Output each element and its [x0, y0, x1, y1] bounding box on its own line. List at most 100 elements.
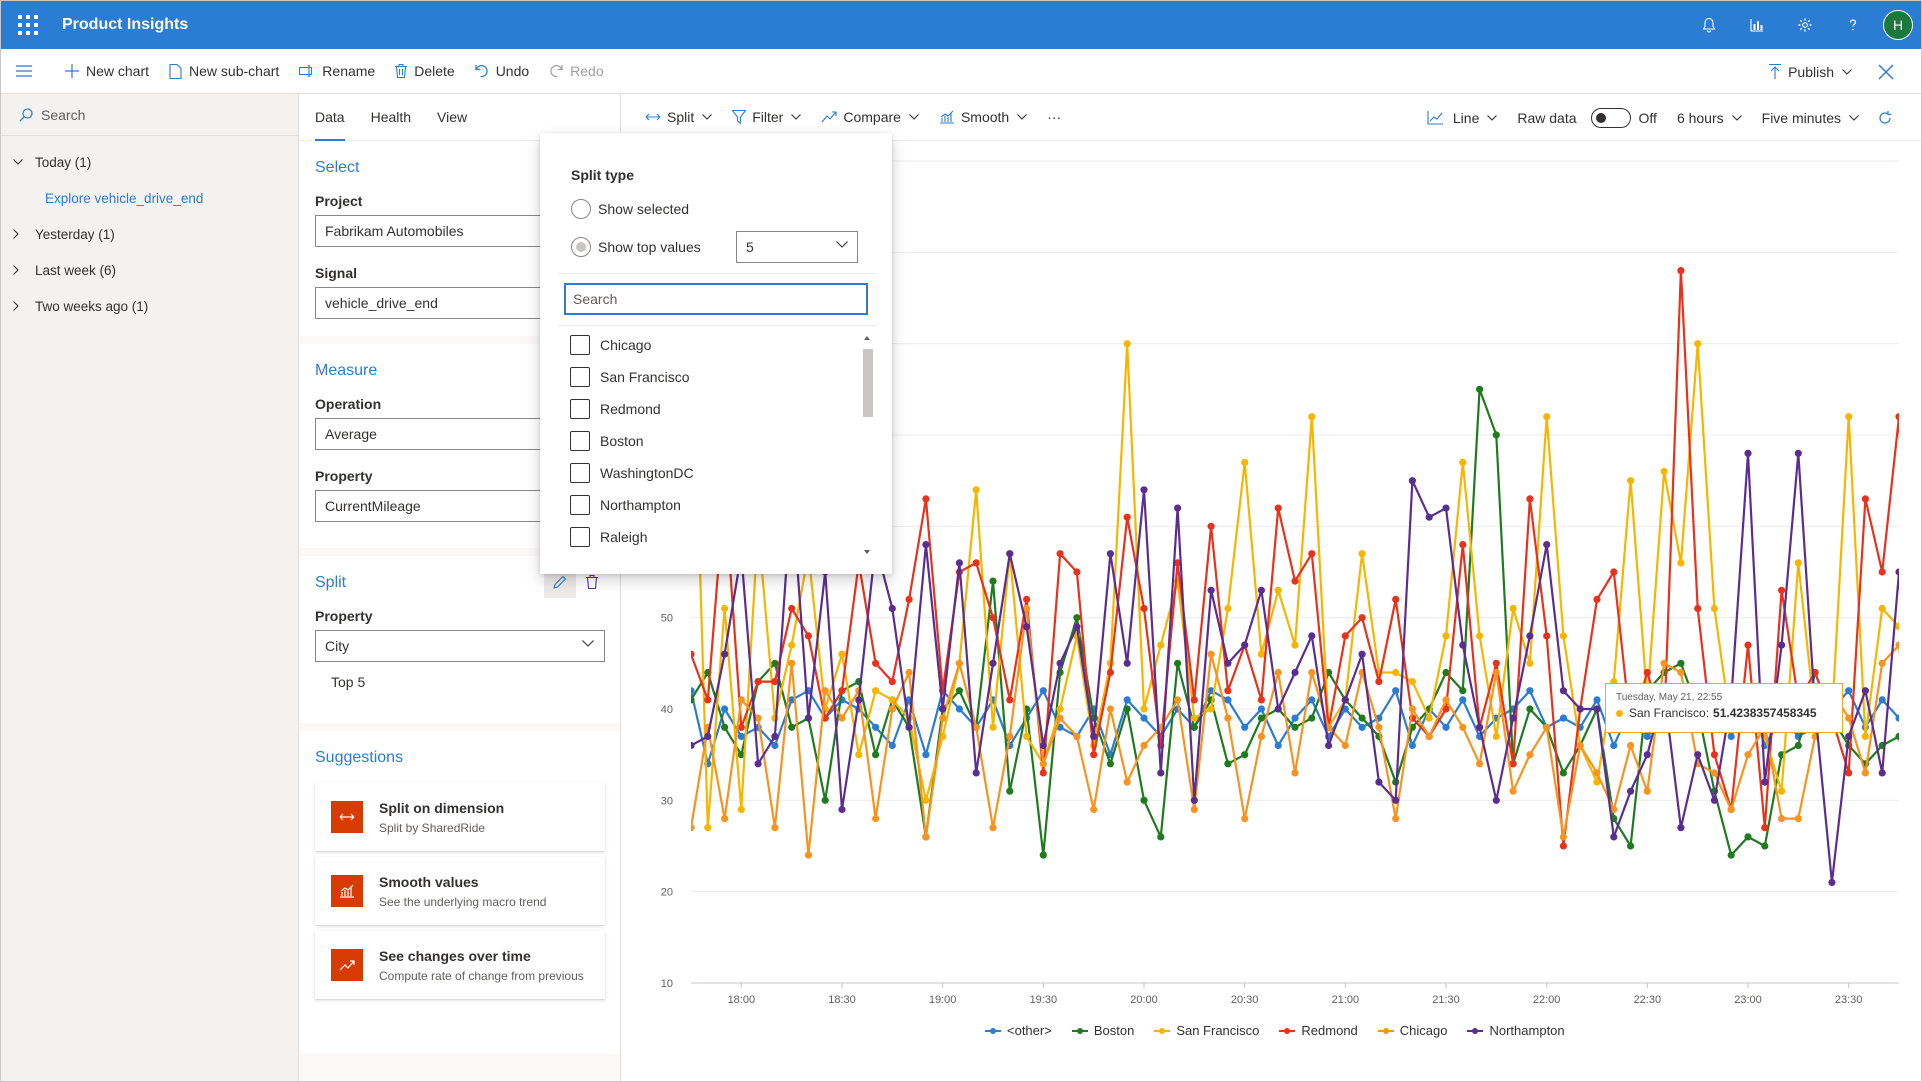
- legend-item[interactable]: Boston: [1071, 1023, 1135, 1038]
- bell-icon[interactable]: [1685, 1, 1733, 49]
- interval-dropdown[interactable]: Five minutes: [1752, 94, 1869, 141]
- legend-item[interactable]: San Francisco: [1154, 1023, 1259, 1038]
- data-point: [691, 650, 695, 658]
- city-search-input[interactable]: Search: [564, 283, 868, 315]
- checkbox[interactable]: [570, 495, 590, 515]
- tab-data[interactable]: Data: [315, 94, 345, 141]
- suggestion-desc: See the underlying macro trend: [379, 894, 547, 909]
- data-point: [1526, 687, 1534, 695]
- data-point: [1341, 696, 1349, 704]
- legend-item[interactable]: Redmond: [1279, 1023, 1358, 1038]
- city-list-scrollbar[interactable]: [860, 331, 874, 559]
- rename-button[interactable]: Rename: [289, 49, 385, 94]
- data-point: [1358, 714, 1366, 722]
- gear-icon[interactable]: [1781, 1, 1829, 49]
- data-point: [1090, 751, 1098, 759]
- city-option[interactable]: Redmond: [570, 393, 860, 425]
- data-point: [1593, 705, 1601, 713]
- city-option[interactable]: Boston: [570, 425, 860, 457]
- hamburger-menu-icon[interactable]: [1, 49, 55, 94]
- nav-group-two-weeks-ago[interactable]: Two weeks ago (1): [1, 288, 298, 324]
- suggestion-split[interactable]: Split on dimension Split by SharedRide: [315, 783, 605, 851]
- tab-health[interactable]: Health: [371, 94, 411, 141]
- data-point: [1006, 787, 1014, 795]
- data-point: [1761, 842, 1769, 850]
- checkbox[interactable]: [570, 527, 590, 547]
- undo-button[interactable]: Undo: [465, 49, 539, 94]
- publish-button[interactable]: Publish: [1759, 49, 1862, 94]
- x-tick-label: 21:00: [1332, 994, 1360, 1006]
- data-point: [1543, 413, 1551, 421]
- checkbox[interactable]: [570, 463, 590, 483]
- smooth-button[interactable]: Smooth: [929, 94, 1037, 141]
- chevron-down-icon: [791, 114, 802, 120]
- data-point: [1492, 796, 1500, 804]
- app-launcher-icon[interactable]: [16, 13, 40, 37]
- city-option[interactable]: Raleigh: [570, 521, 860, 553]
- city-option[interactable]: Chicago: [570, 329, 860, 361]
- legend-item[interactable]: Chicago: [1377, 1023, 1447, 1038]
- top-n-dropdown[interactable]: 5: [736, 231, 858, 263]
- chart-type-dropdown[interactable]: Line: [1417, 94, 1507, 141]
- nav-item-explore[interactable]: Explore vehicle_drive_end: [1, 180, 298, 216]
- city-option[interactable]: WashingtonDC: [570, 457, 860, 489]
- data-point: [1459, 696, 1467, 704]
- data-point: [955, 687, 963, 695]
- city-option[interactable]: Northampton: [570, 489, 860, 521]
- help-icon[interactable]: [1829, 1, 1877, 49]
- data-point: [788, 641, 796, 649]
- nav-group-last-week[interactable]: Last week (6): [1, 252, 298, 288]
- nav-search-input[interactable]: Search: [1, 94, 298, 136]
- checkbox[interactable]: [570, 367, 590, 387]
- radio-show-top-values[interactable]: Show top values: [571, 237, 701, 257]
- data-point: [1190, 696, 1198, 704]
- chart-icon[interactable]: [1733, 1, 1781, 49]
- legend-swatch: [1279, 1027, 1296, 1034]
- compare-label: Compare: [843, 109, 901, 125]
- new-chart-button[interactable]: New chart: [55, 49, 159, 94]
- data-point: [838, 687, 846, 695]
- data-point: [955, 659, 963, 667]
- data-point: [1023, 595, 1031, 603]
- more-button[interactable]: ···: [1037, 94, 1071, 141]
- data-point: [1442, 696, 1450, 704]
- legend-label: Boston: [1093, 1023, 1135, 1038]
- raw-data-toggle[interactable]: [1590, 107, 1631, 128]
- refresh-icon[interactable]: [1869, 94, 1921, 141]
- suggestion-changes[interactable]: See changes over time Compute rate of cha…: [315, 931, 605, 999]
- plus-icon: [65, 64, 79, 78]
- city-option[interactable]: San Francisco: [570, 361, 860, 393]
- tab-view[interactable]: View: [437, 94, 467, 141]
- data-point: [704, 824, 712, 832]
- suggestion-smooth[interactable]: Smooth values See the underlying macro tr…: [315, 857, 605, 925]
- nav-group-today[interactable]: Today (1): [1, 144, 298, 180]
- data-point: [955, 559, 963, 567]
- chevron-down-icon: [1017, 114, 1028, 120]
- data-point: [922, 495, 930, 503]
- close-icon[interactable]: [1862, 49, 1921, 94]
- data-point: [1308, 714, 1316, 722]
- data-point: [1039, 760, 1047, 768]
- data-point: [1174, 504, 1182, 512]
- new-subchart-button[interactable]: New sub-chart: [159, 49, 289, 94]
- legend-item[interactable]: Northampton: [1467, 1023, 1565, 1038]
- redo-button[interactable]: Redo: [539, 49, 613, 94]
- data-point: [804, 851, 812, 859]
- nav-group-yesterday[interactable]: Yesterday (1): [1, 216, 298, 252]
- split-property-dropdown[interactable]: City: [315, 630, 605, 662]
- split-arrows-icon: [645, 113, 661, 121]
- data-point: [1106, 550, 1114, 558]
- filter-icon: [732, 110, 747, 124]
- scroll-thumb[interactable]: [863, 349, 873, 417]
- data-point: [1257, 714, 1265, 722]
- delete-button[interactable]: Delete: [385, 49, 464, 94]
- checkbox[interactable]: [570, 431, 590, 451]
- data-point: [704, 696, 712, 704]
- time-range-dropdown[interactable]: 6 hours: [1667, 94, 1752, 141]
- data-point: [1174, 696, 1182, 704]
- checkbox[interactable]: [570, 399, 590, 419]
- checkbox[interactable]: [570, 335, 590, 355]
- legend-item[interactable]: <other>: [985, 1023, 1052, 1038]
- radio-show-selected[interactable]: Show selected: [571, 199, 689, 219]
- avatar[interactable]: H: [1883, 10, 1913, 40]
